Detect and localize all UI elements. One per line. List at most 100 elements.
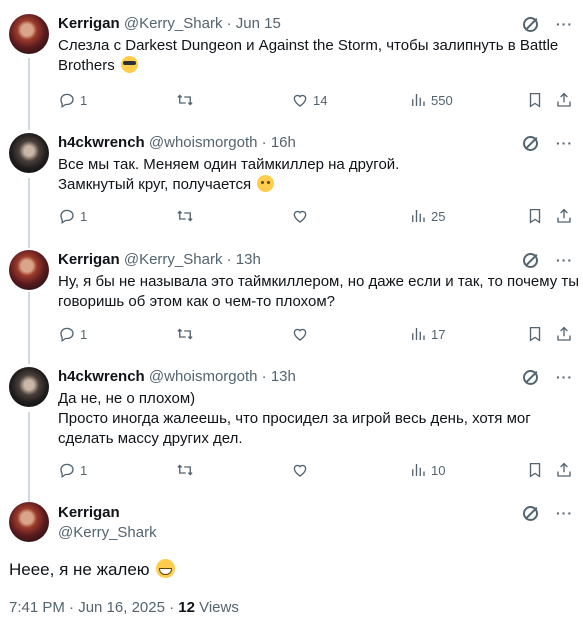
bookmark-button[interactable]	[526, 460, 544, 480]
main-tweet-text: Неее, я не жалею	[9, 558, 176, 582]
author-handle[interactable]: @Kerry_Shark	[58, 523, 157, 543]
retweet-icon	[177, 94, 193, 106]
author-handle[interactable]: @Kerry_Shark	[124, 15, 223, 32]
heart-icon	[293, 210, 307, 223]
tweet-text-line: Все мы так. Меняем один таймкиллер на др…	[58, 156, 400, 173]
bookmark-icon	[529, 208, 541, 224]
like-button[interactable]	[291, 460, 309, 480]
thread-line	[28, 58, 30, 130]
grok-icon[interactable]	[522, 505, 538, 521]
reply-icon	[60, 327, 74, 343]
tweet-text: Ну, я бы не называла это таймкиллером, н…	[58, 272, 580, 312]
avatar[interactable]	[9, 502, 49, 542]
bookmark-button[interactable]	[526, 90, 544, 110]
grinning-emoji	[156, 559, 176, 578]
share-button[interactable]	[555, 206, 573, 226]
more-icon[interactable]: ···	[556, 14, 573, 34]
heart-icon	[293, 328, 307, 341]
grok-icon[interactable]	[522, 135, 538, 151]
bookmark-button[interactable]	[526, 324, 544, 344]
reply-count: 1	[80, 326, 88, 342]
share-button[interactable]	[555, 324, 573, 344]
tweet-text-line: Brothers	[58, 57, 115, 74]
more-icon[interactable]: ···	[556, 250, 573, 270]
tweet-top-icons: ···	[522, 503, 573, 523]
heart-icon	[293, 94, 307, 107]
views-icon	[412, 464, 425, 476]
views-icon	[412, 94, 425, 106]
tweet-header: h4ckwrench @whoismorgoth · 16h	[58, 133, 296, 153]
retweet-button[interactable]	[176, 206, 194, 226]
tweet-time[interactable]: · 16h	[262, 134, 296, 151]
views-button[interactable]: 550	[409, 90, 453, 110]
tweet-time[interactable]: · Jun 15	[227, 15, 281, 32]
reply-button[interactable]: 1	[58, 460, 87, 480]
views-button[interactable]: 10	[409, 460, 445, 480]
author-name[interactable]: Kerrigan	[58, 15, 120, 32]
avatar[interactable]	[9, 250, 49, 290]
bookmark-icon	[529, 326, 541, 342]
views-button[interactable]: 17	[409, 324, 445, 344]
tweet-time[interactable]: · 13h	[227, 251, 261, 268]
author-name[interactable]: Kerrigan	[58, 503, 120, 523]
tweet-text-line: Ну, я бы не называла это таймкиллером, н…	[58, 273, 580, 290]
grok-icon[interactable]	[522, 369, 538, 385]
tweet-text: Все мы так. Меняем один таймкиллер на др…	[58, 155, 573, 195]
grok-icon[interactable]	[522, 16, 538, 32]
share-button[interactable]	[555, 460, 573, 480]
grok-icon[interactable]	[522, 252, 538, 268]
reply-count: 1	[80, 208, 88, 224]
views-count: 17	[431, 326, 446, 342]
retweet-icon	[177, 328, 193, 340]
retweet-button[interactable]	[176, 90, 194, 110]
main-tweet-text-content: Неее, я не жалею	[9, 560, 150, 579]
bookmark-button[interactable]	[526, 206, 544, 226]
author-name[interactable]: Kerrigan	[58, 251, 120, 268]
tweet-text: Да не, не о плохом) Просто иногда жалееш…	[58, 389, 573, 449]
tweet-top-icons: ···	[522, 14, 573, 34]
reply-icon	[60, 93, 74, 109]
views-count: 12	[178, 599, 195, 616]
views-icon	[412, 328, 425, 340]
author-handle[interactable]: @whoismorgoth	[149, 368, 258, 385]
tweet-timestamp[interactable]: 7:41 PM · Jun 16, 2025 ·	[9, 599, 178, 616]
reply-button[interactable]: 1	[58, 324, 87, 344]
retweet-button[interactable]	[176, 324, 194, 344]
views-button[interactable]: 25	[409, 206, 445, 226]
share-icon	[557, 92, 571, 107]
tweet-text-line: Да не, не о плохом)	[58, 390, 196, 407]
more-icon[interactable]: ···	[556, 503, 573, 523]
tweet-text-line: говоришь об этом как о чем-то плохом?	[58, 293, 336, 310]
author-name[interactable]: h4ckwrench	[58, 134, 145, 151]
reply-icon	[60, 209, 74, 225]
like-button[interactable]	[291, 206, 309, 226]
tweet-actions: 1 25	[58, 206, 573, 226]
like-button[interactable]	[291, 324, 309, 344]
views-icon	[412, 210, 425, 222]
author-name[interactable]: h4ckwrench	[58, 368, 145, 385]
author-handle[interactable]: @Kerry_Shark	[124, 251, 223, 268]
thread-line	[28, 178, 30, 248]
tweet-timestamp-footer: 7:41 PM · Jun 16, 2025 · 12 Views	[9, 598, 239, 618]
reply-button[interactable]: 1	[58, 90, 87, 110]
share-icon	[557, 326, 571, 341]
tweet-top-icons: ···	[522, 250, 573, 270]
share-button[interactable]	[555, 90, 573, 110]
more-icon[interactable]: ···	[556, 133, 573, 153]
views-count: 10	[431, 462, 446, 478]
tweet-actions: 1 14 550	[58, 90, 573, 110]
avatar[interactable]	[9, 14, 49, 54]
like-button[interactable]: 14	[291, 90, 327, 110]
tweet-actions: 1 10	[58, 460, 573, 480]
author-handle[interactable]: @whoismorgoth	[149, 134, 258, 151]
share-icon	[557, 462, 571, 477]
avatar[interactable]	[9, 133, 49, 173]
avatar[interactable]	[9, 367, 49, 407]
tweet-time[interactable]: · 13h	[262, 368, 296, 385]
thread-line	[28, 412, 30, 502]
views-count: 550	[431, 92, 453, 108]
more-icon[interactable]: ···	[556, 367, 573, 387]
retweet-button[interactable]	[176, 460, 194, 480]
tweet-text: Слезла с Darkest Dungeon и Against the S…	[58, 36, 573, 76]
reply-button[interactable]: 1	[58, 206, 87, 226]
